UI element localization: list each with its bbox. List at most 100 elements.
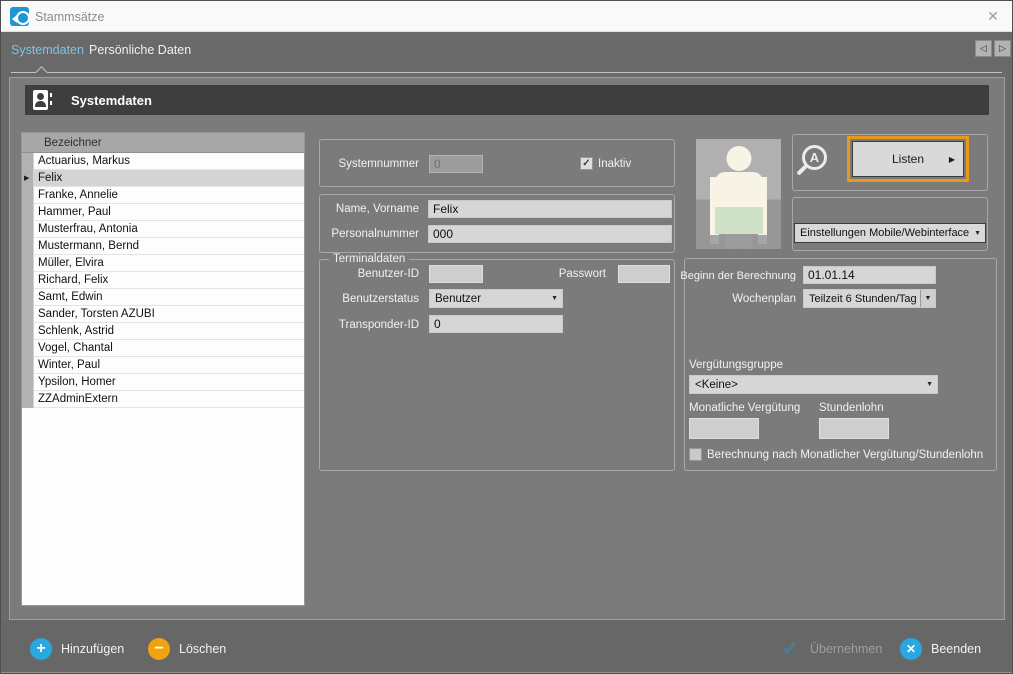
list-item-label: Felix xyxy=(34,170,304,187)
app-clock-icon xyxy=(10,7,29,26)
list-item-label: Richard, Felix xyxy=(34,272,304,289)
list-column-header[interactable]: Bezeichner xyxy=(22,133,304,153)
benutzer-id-input xyxy=(429,265,483,283)
beginn-input[interactable] xyxy=(803,266,936,284)
check-icon: ✔ xyxy=(779,638,801,661)
delete-button[interactable]: − Löschen xyxy=(148,637,226,661)
list-item-label: Actuarius, Markus xyxy=(34,153,304,170)
tab-bar: Systemdaten Persönliche Daten ◁ ▷ xyxy=(1,32,1012,77)
list-item[interactable]: ZZAdminExtern xyxy=(22,391,304,408)
terminaldaten-title: Terminaldaten xyxy=(329,253,409,265)
einstellungen-dropdown[interactable]: Einstellungen Mobile/Webinterface ▼ xyxy=(794,223,986,243)
monatliche-input xyxy=(689,418,759,439)
nav-next-icon[interactable]: ▷ xyxy=(994,40,1011,57)
record-list-body: Actuarius, Markus ▶ FelixFranke, AnnelieHa… xyxy=(22,153,304,408)
list-item[interactable]: Samt, Edwin xyxy=(22,289,304,306)
list-item-label: Musterfrau, Antonia xyxy=(34,221,304,238)
transponder-label: Transponder-ID xyxy=(339,319,419,331)
list-item[interactable]: Franke, Annelie xyxy=(22,187,304,204)
employee-photo[interactable] xyxy=(696,139,781,249)
contact-card-icon xyxy=(33,90,48,110)
row-selector xyxy=(22,204,34,221)
list-item[interactable]: Hammer, Paul xyxy=(22,204,304,221)
einstellungen-value: Einstellungen Mobile/Webinterface xyxy=(800,227,969,239)
list-item[interactable]: Müller, Elvira xyxy=(22,255,304,272)
personalnummer-input[interactable] xyxy=(428,225,672,243)
list-item-label: Sander, Torsten AZUBI xyxy=(34,306,304,323)
add-button-label: Hinzufügen xyxy=(61,642,124,656)
list-item[interactable]: ▶ Felix xyxy=(22,170,304,187)
selected-row-arrow-icon: ▶ xyxy=(24,174,29,182)
list-item[interactable]: Mustermann, Bernd xyxy=(22,238,304,255)
photo-figure-torso xyxy=(715,172,763,210)
transponder-input[interactable] xyxy=(429,315,563,333)
list-item-label: Ypsilon, Homer xyxy=(34,374,304,391)
stundenlohn-label: Stundenlohn xyxy=(819,402,884,414)
wochenplan-value: Teilzeit 6 Stunden/Tag xyxy=(809,293,917,305)
name-input[interactable] xyxy=(428,200,672,218)
list-item-label: Samt, Edwin xyxy=(34,289,304,306)
nav-previous-icon[interactable]: ◁ xyxy=(975,40,992,57)
list-item-label: Müller, Elvira xyxy=(34,255,304,272)
list-item-label: Mustermann, Bernd xyxy=(34,238,304,255)
listen-button-label: Listen xyxy=(892,152,924,166)
end-button[interactable]: ✕ Beenden xyxy=(900,637,981,661)
submenu-arrow-icon: ▶ xyxy=(949,155,955,164)
list-item[interactable]: Richard, Felix xyxy=(22,272,304,289)
section-title: Systemdaten xyxy=(71,93,152,108)
benutzerstatus-value: Benutzer xyxy=(435,293,481,305)
chevron-down-icon: ▼ xyxy=(974,230,981,237)
checkmark-icon: ✓ xyxy=(582,158,590,169)
row-selector xyxy=(22,306,34,323)
list-item[interactable]: Actuarius, Markus xyxy=(22,153,304,170)
record-list: Bezeichner Actuarius, Markus ▶ FelixFranke… xyxy=(21,132,305,606)
row-selector xyxy=(22,255,34,272)
list-item[interactable]: Schlenk, Astrid xyxy=(22,323,304,340)
list-item[interactable]: Vogel, Chantal xyxy=(22,340,304,357)
name-label: Name, Vorname xyxy=(336,203,419,215)
wochenplan-dropdown[interactable]: Teilzeit 6 Stunden/Tag ▼ xyxy=(803,289,936,308)
verguetungsgruppe-value: <Keine> xyxy=(695,379,738,391)
list-item[interactable]: Musterfrau, Antonia xyxy=(22,221,304,238)
listen-button[interactable]: Listen ▶ xyxy=(852,141,964,177)
listen-focus-frame: Listen ▶ xyxy=(847,136,969,182)
list-item[interactable]: Winter, Paul xyxy=(22,357,304,374)
verguetungsgruppe-dropdown[interactable]: <Keine> ▼ xyxy=(689,375,938,394)
list-item-label: Schlenk, Astrid xyxy=(34,323,304,340)
row-selector: ▶ xyxy=(22,170,34,187)
row-selector xyxy=(22,357,34,374)
benutzerstatus-label: Benutzerstatus xyxy=(342,293,419,305)
list-item-label: ZZAdminExtern xyxy=(34,391,304,408)
photo-figure-hand xyxy=(758,235,767,244)
row-selector xyxy=(22,289,34,306)
berechnung-label: Berechnung nach Monatlicher Vergütung/St… xyxy=(707,449,983,461)
apply-button[interactable]: ✔ Übernehmen xyxy=(779,637,882,661)
chevron-down-icon: ▼ xyxy=(551,295,558,302)
tab-systemdaten[interactable]: Systemdaten xyxy=(11,43,84,57)
app-window: Stammsätze ✕ Systemdaten Persönliche Dat… xyxy=(0,0,1013,674)
passwort-label: Passwort xyxy=(559,268,606,280)
search-icon[interactable]: A xyxy=(802,145,827,170)
row-selector xyxy=(22,153,34,170)
window-title: Stammsätze xyxy=(35,10,104,24)
passwort-input xyxy=(618,265,670,283)
card-binder-dash xyxy=(50,101,52,105)
list-item[interactable]: Sander, Torsten AZUBI xyxy=(22,306,304,323)
x-icon: ✕ xyxy=(900,638,922,660)
list-item[interactable]: Ypsilon, Homer xyxy=(22,374,304,391)
berechnung-checkbox[interactable] xyxy=(689,448,702,461)
add-button[interactable]: + Hinzufügen xyxy=(30,637,124,661)
benutzer-id-label: Benutzer-ID xyxy=(358,268,419,280)
inaktiv-checkbox[interactable]: ✓ xyxy=(580,157,593,170)
tab-underline xyxy=(11,72,1002,73)
photo-figure-leg xyxy=(725,234,738,249)
list-item-label: Winter, Paul xyxy=(34,357,304,374)
photo-figure-leg xyxy=(739,234,752,249)
list-item-label: Hammer, Paul xyxy=(34,204,304,221)
tab-persoenliche-daten[interactable]: Persönliche Daten xyxy=(89,43,191,57)
benutzerstatus-dropdown[interactable]: Benutzer ▼ xyxy=(429,289,563,308)
close-icon[interactable]: ✕ xyxy=(981,6,1005,26)
row-selector xyxy=(22,391,34,408)
title-bar: Stammsätze ✕ xyxy=(1,1,1012,32)
systemnummer-input xyxy=(429,155,483,173)
